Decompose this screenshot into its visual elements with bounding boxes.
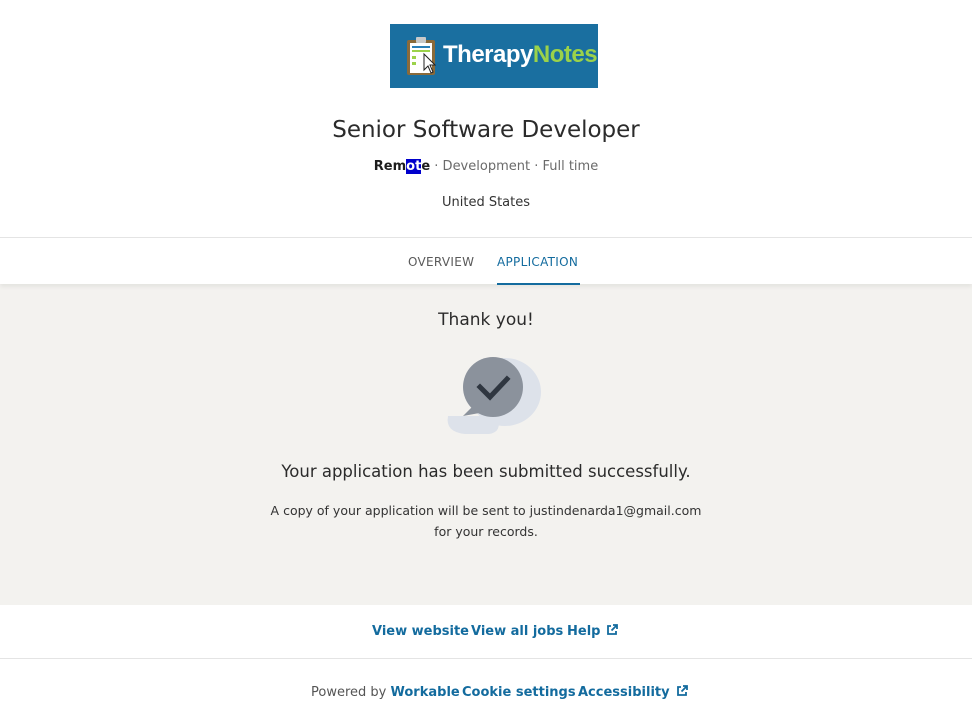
success-message: Your application has been submitted succ… bbox=[281, 462, 691, 481]
department-and-type: · Development · Full time bbox=[430, 159, 599, 174]
tab-overview[interactable]: OVERVIEW bbox=[408, 238, 474, 284]
help-link-label: Help bbox=[567, 624, 601, 639]
accessibility-link-label: Accessibility bbox=[578, 685, 670, 700]
accessibility-link[interactable]: Accessibility bbox=[578, 684, 688, 702]
tab-application[interactable]: APPLICATION bbox=[497, 238, 581, 285]
powered-by: Powered by Workable bbox=[311, 684, 460, 702]
job-location: United States bbox=[441, 195, 531, 210]
logo-text-primary: Therapy bbox=[443, 41, 533, 68]
powered-by-label: Powered by bbox=[311, 685, 387, 700]
external-link-icon bbox=[607, 624, 619, 635]
cookie-settings-link[interactable]: Cookie settings bbox=[462, 684, 576, 702]
workplace-suffix: e bbox=[421, 159, 431, 174]
logo-text-secondary: Notes bbox=[532, 41, 598, 68]
company-logo[interactable]: TherapyNotes bbox=[390, 24, 598, 88]
view-website-link[interactable]: View website bbox=[372, 623, 469, 641]
job-header: TherapyNotes Senior Software Developer R… bbox=[0, 0, 972, 237]
page-title: Senior Software Developer bbox=[332, 117, 640, 143]
chat-check-icon bbox=[447, 357, 541, 434]
logo-wordmark: TherapyNotes bbox=[443, 40, 598, 70]
clipboard-icon bbox=[407, 37, 436, 75]
copy-notice-line2: for your records. bbox=[434, 524, 538, 539]
copy-notice: A copy of your application will be sent … bbox=[0, 500, 972, 542]
confirmation-panel: Thank you! Your application has been sub… bbox=[0, 284, 972, 605]
workplace-prefix: Rem bbox=[373, 159, 407, 174]
footer-powered: Powered by Workable Cookie settings Acce… bbox=[0, 659, 972, 727]
workable-link[interactable]: Workable bbox=[391, 685, 460, 700]
external-link-icon bbox=[676, 685, 688, 696]
workplace-label: Remote bbox=[374, 159, 430, 174]
text-selection-highlight: ot bbox=[406, 159, 422, 174]
tab-bar: OVERVIEW APPLICATION bbox=[0, 237, 972, 285]
view-all-jobs-link[interactable]: View all jobs bbox=[471, 623, 563, 641]
footer-links: View website View all jobs Help bbox=[0, 605, 972, 659]
thank-you-heading: Thank you! bbox=[438, 310, 534, 330]
job-meta: Remote · Development · Full time bbox=[0, 157, 972, 177]
copy-notice-line1: A copy of your application will be sent … bbox=[270, 503, 702, 518]
help-link[interactable]: Help bbox=[567, 623, 619, 641]
